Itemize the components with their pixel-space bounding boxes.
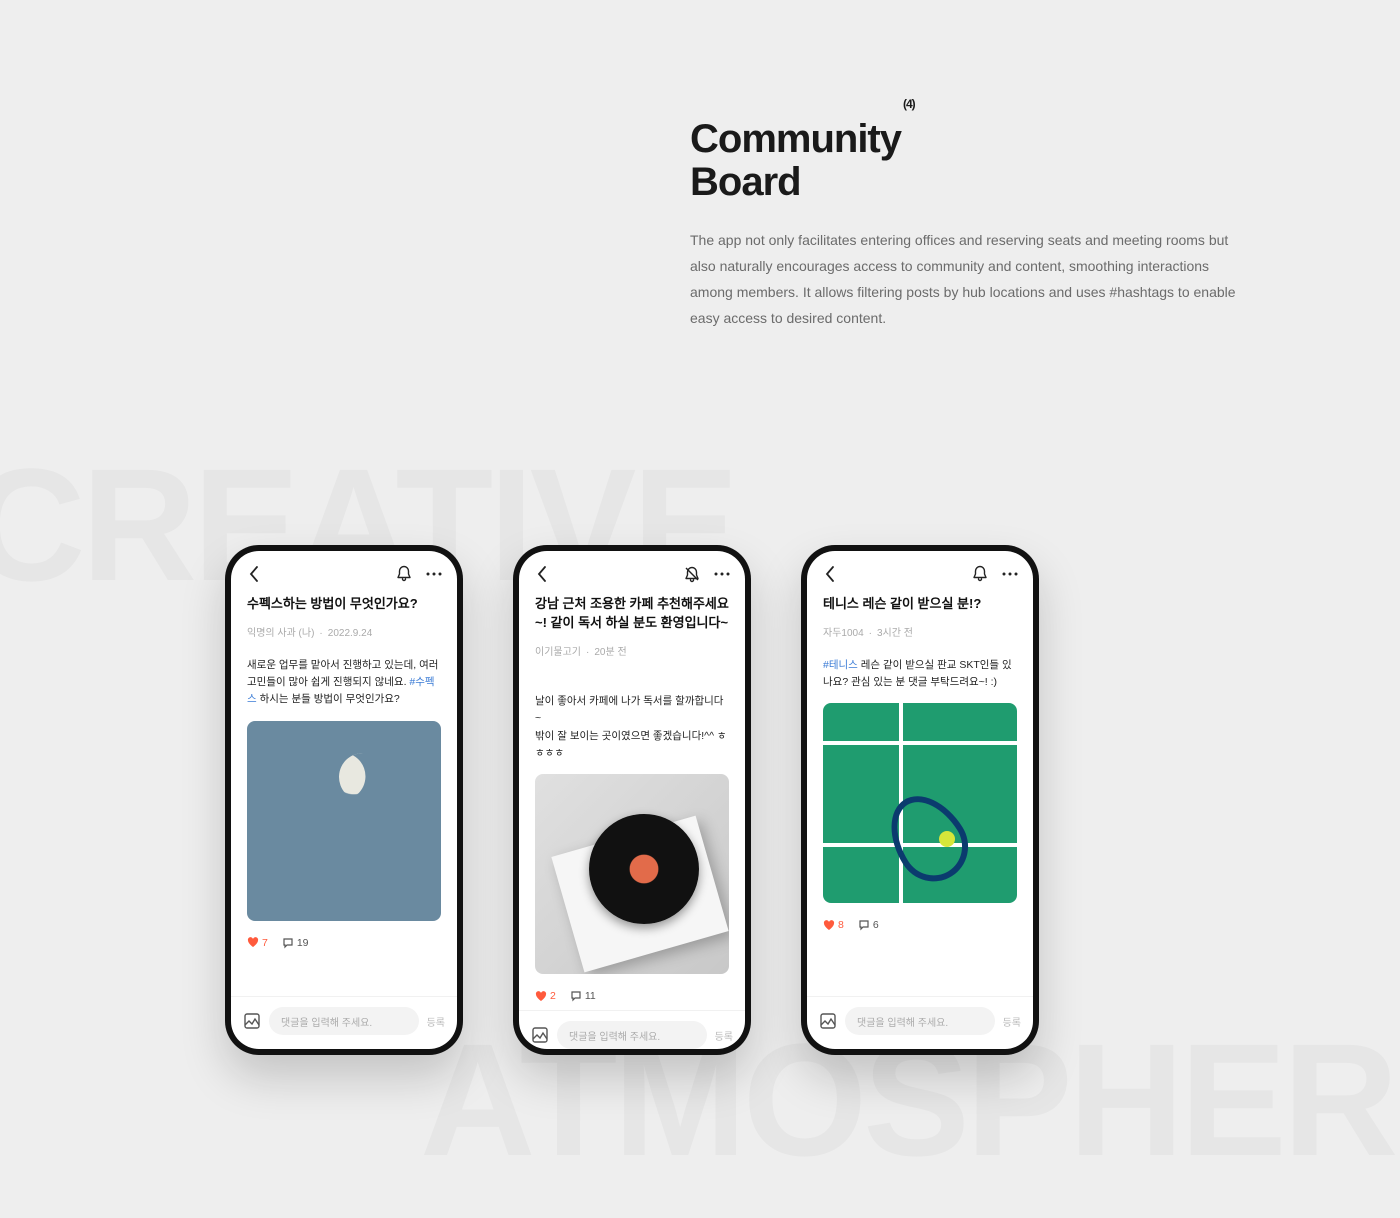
title-line1: Community — [690, 117, 901, 161]
comment-input[interactable]: 댓글을 입력해 주세요. — [269, 1007, 419, 1035]
bell-off-icon — [683, 565, 701, 583]
submit-button[interactable]: 등록 — [427, 1014, 445, 1029]
like-button[interactable]: 2 — [535, 990, 556, 1002]
comment-bar: 댓글을 입력해 주세요. 등록 — [231, 996, 457, 1049]
post-image[interactable] — [535, 774, 729, 974]
more-horizontal-icon — [714, 572, 730, 576]
post-meta: 이기물고기·20분 전 — [535, 643, 729, 658]
like-button[interactable]: 8 — [823, 919, 844, 931]
phone-mockup: 테니스 레슨 같이 받으실 분!? 자두1004·3시간 전 #테니스 레슨 같… — [801, 545, 1039, 1055]
comment-bar: 댓글을 입력해 주세요. 등록 — [807, 996, 1033, 1049]
comment-button[interactable]: 19 — [282, 937, 309, 949]
chevron-left-icon — [249, 566, 259, 582]
submit-button[interactable]: 등록 — [715, 1028, 733, 1043]
post-title: 강남 근처 조용한 카페 추천해주세요~! 같이 독서 하실 분도 환영입니다~ — [535, 595, 729, 633]
post-meta: 익명의 사과 (나)·2022.9.24 — [247, 624, 441, 639]
attach-image-button[interactable] — [819, 1012, 837, 1030]
post-author: 익명의 사과 (나) — [247, 628, 314, 639]
hashtag-link[interactable]: #테니스 — [823, 659, 858, 671]
image-icon — [531, 1026, 549, 1044]
comment-count: 6 — [873, 919, 879, 931]
more-horizontal-icon — [1002, 572, 1018, 576]
post-author: 자두1004 — [823, 628, 864, 639]
notification-off-button[interactable] — [683, 565, 701, 583]
heart-icon — [535, 991, 547, 1002]
top-bar — [519, 551, 745, 593]
chevron-left-icon — [537, 566, 547, 582]
post-image[interactable] — [247, 721, 441, 921]
comment-button[interactable]: 6 — [858, 919, 879, 931]
post-time: 3시간 전 — [877, 628, 913, 639]
top-bar — [807, 551, 1033, 593]
comment-count: 11 — [585, 990, 596, 1002]
chevron-left-icon — [825, 566, 835, 582]
like-count: 2 — [550, 990, 556, 1002]
phone-screen: 강남 근처 조용한 카페 추천해주세요~! 같이 독서 하실 분도 환영입니다~… — [519, 551, 745, 1049]
post-title: 수펙스하는 방법이 무엇인가요? — [247, 595, 441, 614]
comment-icon — [858, 919, 870, 931]
post-body-pre: 날이 좋아서 카페에 나가 독서를 할까합니다~ 밖이 잘 보이는 곳이였으면 … — [535, 695, 727, 759]
like-count: 7 — [262, 937, 268, 949]
post-title: 테니스 레슨 같이 받으실 분!? — [823, 595, 1017, 614]
phone-mockup: 강남 근처 조용한 카페 추천해주세요~! 같이 독서 하실 분도 환영입니다~… — [513, 545, 751, 1055]
heart-icon — [823, 920, 835, 931]
post-body: 새로운 업무를 맡아서 진행하고 있는데, 여러 고민들이 많아 쉽게 진행되지… — [247, 657, 441, 709]
bell-icon — [972, 565, 988, 583]
more-button[interactable] — [713, 565, 731, 583]
more-button[interactable] — [425, 565, 443, 583]
image-icon — [819, 1012, 837, 1030]
post-reactions: 7 19 — [247, 931, 441, 957]
post-content: 수펙스하는 방법이 무엇인가요? 익명의 사과 (나)·2022.9.24 새로… — [231, 593, 457, 957]
post-time: 20분 전 — [594, 647, 626, 658]
post-body: #테니스 레슨 같이 받으실 판교 SKT인들 있나요? 관심 있는 분 댓글 … — [823, 657, 1017, 692]
post-reactions: 8 6 — [823, 913, 1017, 939]
post-reactions: 2 11 — [535, 984, 729, 1010]
heading-block: Community(4) Board The app not only faci… — [690, 118, 1250, 332]
top-bar — [231, 551, 457, 593]
back-button[interactable] — [821, 565, 839, 583]
attach-image-button[interactable] — [243, 1012, 261, 1030]
bell-icon — [396, 565, 412, 583]
more-button[interactable] — [1001, 565, 1019, 583]
back-button[interactable] — [245, 565, 263, 583]
back-button[interactable] — [533, 565, 551, 583]
phone-mockup: 수펙스하는 방법이 무엇인가요? 익명의 사과 (나)·2022.9.24 새로… — [225, 545, 463, 1055]
page-description: The app not only facilitates entering of… — [690, 228, 1250, 332]
submit-button[interactable]: 등록 — [1003, 1014, 1021, 1029]
post-body-post: 하시는 분들 방법이 무엇인가요? — [257, 693, 400, 705]
comment-count: 19 — [297, 937, 309, 949]
post-author: 이기물고기 — [535, 647, 581, 658]
page-title: Community(4) Board — [690, 118, 1250, 204]
like-count: 8 — [838, 919, 844, 931]
comment-input[interactable]: 댓글을 입력해 주세요. — [845, 1007, 995, 1035]
title-superscript: (4) — [903, 97, 915, 111]
title-line2: Board — [690, 160, 801, 204]
comment-bar: 댓글을 입력해 주세요. 등록 — [519, 1010, 745, 1049]
phone-screen: 테니스 레슨 같이 받으실 분!? 자두1004·3시간 전 #테니스 레슨 같… — [807, 551, 1033, 1049]
comment-button[interactable]: 11 — [570, 990, 596, 1002]
more-horizontal-icon — [426, 572, 442, 576]
image-icon — [243, 1012, 261, 1030]
phone-mockups: 수펙스하는 방법이 무엇인가요? 익명의 사과 (나)·2022.9.24 새로… — [225, 545, 1039, 1055]
post-content: 강남 근처 조용한 카페 추천해주세요~! 같이 독서 하실 분도 환영입니다~… — [519, 593, 745, 1010]
comment-icon — [570, 990, 582, 1002]
notification-button[interactable] — [395, 565, 413, 583]
post-image[interactable] — [823, 703, 1017, 903]
post-time: 2022.9.24 — [328, 628, 373, 639]
attach-image-button[interactable] — [531, 1026, 549, 1044]
post-body: 날이 좋아서 카페에 나가 독서를 할까합니다~ 밖이 잘 보이는 곳이였으면 … — [535, 676, 729, 763]
comment-input[interactable]: 댓글을 입력해 주세요. — [557, 1021, 707, 1049]
comment-icon — [282, 937, 294, 949]
phone-screen: 수펙스하는 방법이 무엇인가요? 익명의 사과 (나)·2022.9.24 새로… — [231, 551, 457, 1049]
heart-icon — [247, 937, 259, 948]
post-meta: 자두1004·3시간 전 — [823, 624, 1017, 639]
like-button[interactable]: 7 — [247, 937, 268, 949]
post-content: 테니스 레슨 같이 받으실 분!? 자두1004·3시간 전 #테니스 레슨 같… — [807, 593, 1033, 939]
notification-button[interactable] — [971, 565, 989, 583]
